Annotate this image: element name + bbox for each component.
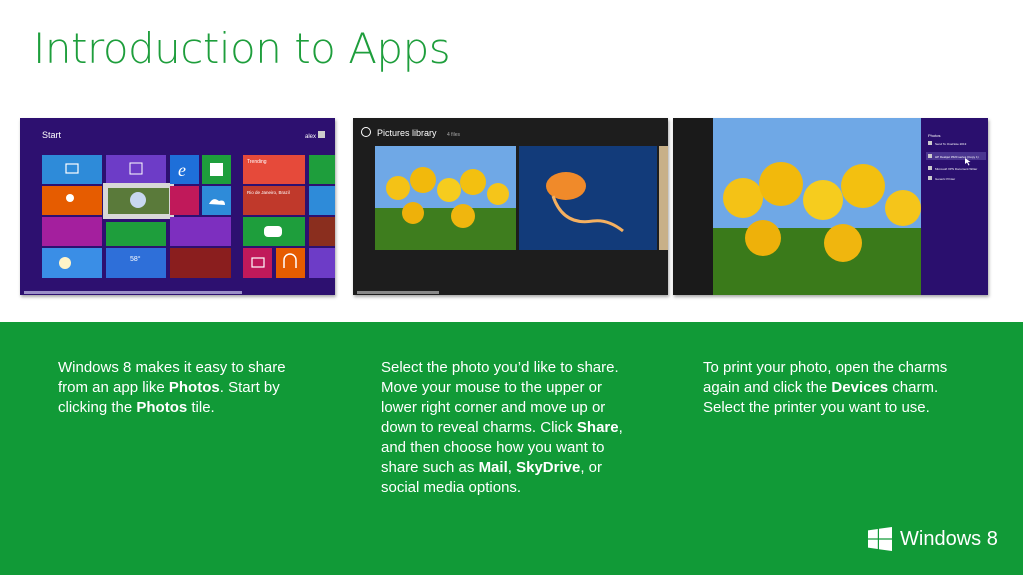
weather-temp: 58° [130,255,141,263]
tile-partial-1 [309,155,335,184]
pictures-library-label: Pictures library [377,128,437,138]
tile-partial-2 [309,186,335,215]
description-step-1: Windows 8 makes it easy to share from an… [58,358,318,418]
user-avatar-icon [318,131,325,138]
jellyfish-bell [546,172,586,200]
pictures-file-count: 4 files [447,132,461,138]
printer-icon-2 [928,154,932,158]
tile-weather [106,248,166,278]
desc1-bold-photos-tile: Photos [136,399,188,416]
store-icon [210,163,223,176]
devices-pane-title: Photos [928,133,940,138]
device-item-1: Send To OneNote 2013 [935,142,967,146]
start-label: Start [42,130,62,140]
tulip-4 [460,169,486,195]
windows8-wordmark: Windows 8 [900,527,998,550]
tulip-5 [487,183,509,205]
tulip-d [841,164,885,208]
tile-news-wide [170,217,231,246]
desc2-bold-mail: Mail [478,459,508,476]
flower-icon [59,257,71,269]
device-item-4: Generic Printer [935,177,955,181]
desc3-bold-devices: Devices [831,379,889,396]
tulip-a [723,178,763,218]
tile-calendar [106,155,166,184]
desc1-text-3: tile. [187,399,215,416]
pictures-scrollbar [357,291,439,294]
tulip-1 [386,176,410,200]
tile-video [170,248,231,278]
tile-messaging [42,217,102,246]
gamepad-icon [264,226,282,237]
pictures-library-screenshot: Pictures library 4 files [353,118,668,295]
tulip-7 [451,204,475,228]
desc2-bold-share: Share [576,419,619,436]
desc2-bold-skydrive: SkyDrive [516,459,581,476]
description-step-3: To print your photo, open the charms aga… [703,358,963,418]
tulip-2 [410,167,436,193]
ie-icon: e [178,160,186,180]
desc1-bold-photos: Photos [168,379,220,396]
jellyfish-photo-thumb [519,146,657,250]
tulip-e [885,190,921,226]
people-icon [66,194,74,202]
tile-music [276,248,305,278]
desc2-text-3: , [507,459,517,476]
printer-icon-1 [928,141,932,145]
hydrangea-image [130,192,146,208]
device-item-2: HP Deskjet 3520 series (Copy 1) [935,155,979,159]
tulip-stems-full [713,228,921,295]
device-item-3: Microsoft XPS Document Writer [935,167,977,171]
tulip-c [803,180,843,220]
devices-charm-screenshot: Photos Send To OneNote 2013 HP Deskjet 3… [673,118,988,295]
printer-icon-4 [928,176,932,180]
tulip-b [759,162,803,206]
start-scrollbar [24,291,242,294]
tile-partial-4 [309,248,335,278]
tulip-6 [402,202,424,224]
windows-logo-icon [868,527,892,551]
partial-thumb [659,146,668,250]
tile-camera [243,248,272,278]
description-step-2: Select the photo you’d like to share. Mo… [381,358,641,498]
start-screen-image: Start alex 58° e Trending Rio de Janeiro… [20,118,335,295]
tulip-f [745,220,781,256]
tulip-g [824,224,862,262]
pictures-library-image: Pictures library 4 files [353,118,668,295]
trending-text: Trending [247,159,267,165]
tile-partial-3 [309,217,335,246]
slide-title: Introduction to Apps [33,24,451,73]
start-user: alex [305,134,316,140]
devices-charm-image: Photos Send To OneNote 2013 HP Deskjet 3… [673,118,988,295]
windows8-logo: Windows 8 [868,527,998,551]
tulip-stems [375,208,516,250]
tile-finance [106,222,166,246]
tile-mail [42,155,102,184]
start-screen-screenshot: Start alex 58° e Trending Rio de Janeiro… [20,118,335,295]
tile-desktop [42,248,102,278]
tile-sports [170,186,199,215]
travel-text: Rio de Janeiro, Brazil [247,190,290,195]
tulip-3 [437,178,461,202]
printer-icon-3 [928,166,932,170]
